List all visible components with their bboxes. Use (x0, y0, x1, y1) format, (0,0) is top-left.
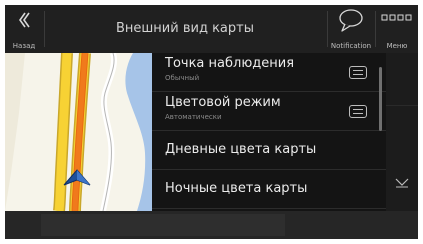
page-title: Внешний вид карты (116, 21, 254, 36)
list-item-title: Цветовой режим (165, 95, 281, 110)
list-item-night-colors[interactable]: Ночные цвета карты (152, 170, 386, 209)
bottom-bar (5, 211, 418, 239)
settings-list: Точка наблюдения Обычный Цветовой режим … (152, 53, 386, 211)
speech-bubble-icon (328, 9, 374, 37)
menu-label: Меню (386, 42, 408, 50)
menu-button[interactable]: Меню (376, 5, 418, 53)
notification-label: Notification (330, 42, 372, 50)
list-item-color-mode[interactable]: Цветовой режим Автоматически (152, 92, 386, 131)
back-label: Назад (12, 42, 36, 50)
list-item-day-colors[interactable]: Дневные цвета карты (152, 131, 386, 170)
back-button[interactable]: Назад (5, 5, 43, 53)
list-item-value: Автоматически (165, 113, 222, 121)
list-picker-icon (349, 66, 367, 79)
scroll-up-area[interactable] (386, 53, 418, 106)
list-item-title: Ночные цвета карты (165, 181, 308, 196)
separator (44, 11, 45, 47)
top-bar: Назад Внешний вид карты Notification Мен… (5, 5, 418, 53)
list-scrollbar[interactable] (379, 67, 382, 131)
list-item-value: Обычный (165, 74, 200, 82)
list-picker-icon (349, 105, 367, 118)
list-item-title: Точка наблюдения (165, 56, 295, 71)
current-position-arrow-icon (63, 169, 91, 191)
list-item-title: Дневные цвета карты (165, 142, 317, 157)
scroll-down-button[interactable] (386, 157, 418, 211)
notification-button[interactable]: Notification (328, 5, 374, 53)
chevron-down-icon (393, 174, 411, 193)
map-view[interactable] (5, 53, 152, 211)
double-chevron-left-icon (5, 9, 43, 35)
list-item-viewpoint[interactable]: Точка наблюдения Обычный (152, 53, 386, 92)
app-window: Назад Внешний вид карты Notification Мен… (5, 5, 418, 239)
bottom-info-panel (41, 214, 285, 236)
grid-icon (376, 9, 418, 35)
scroll-panel (386, 53, 418, 211)
